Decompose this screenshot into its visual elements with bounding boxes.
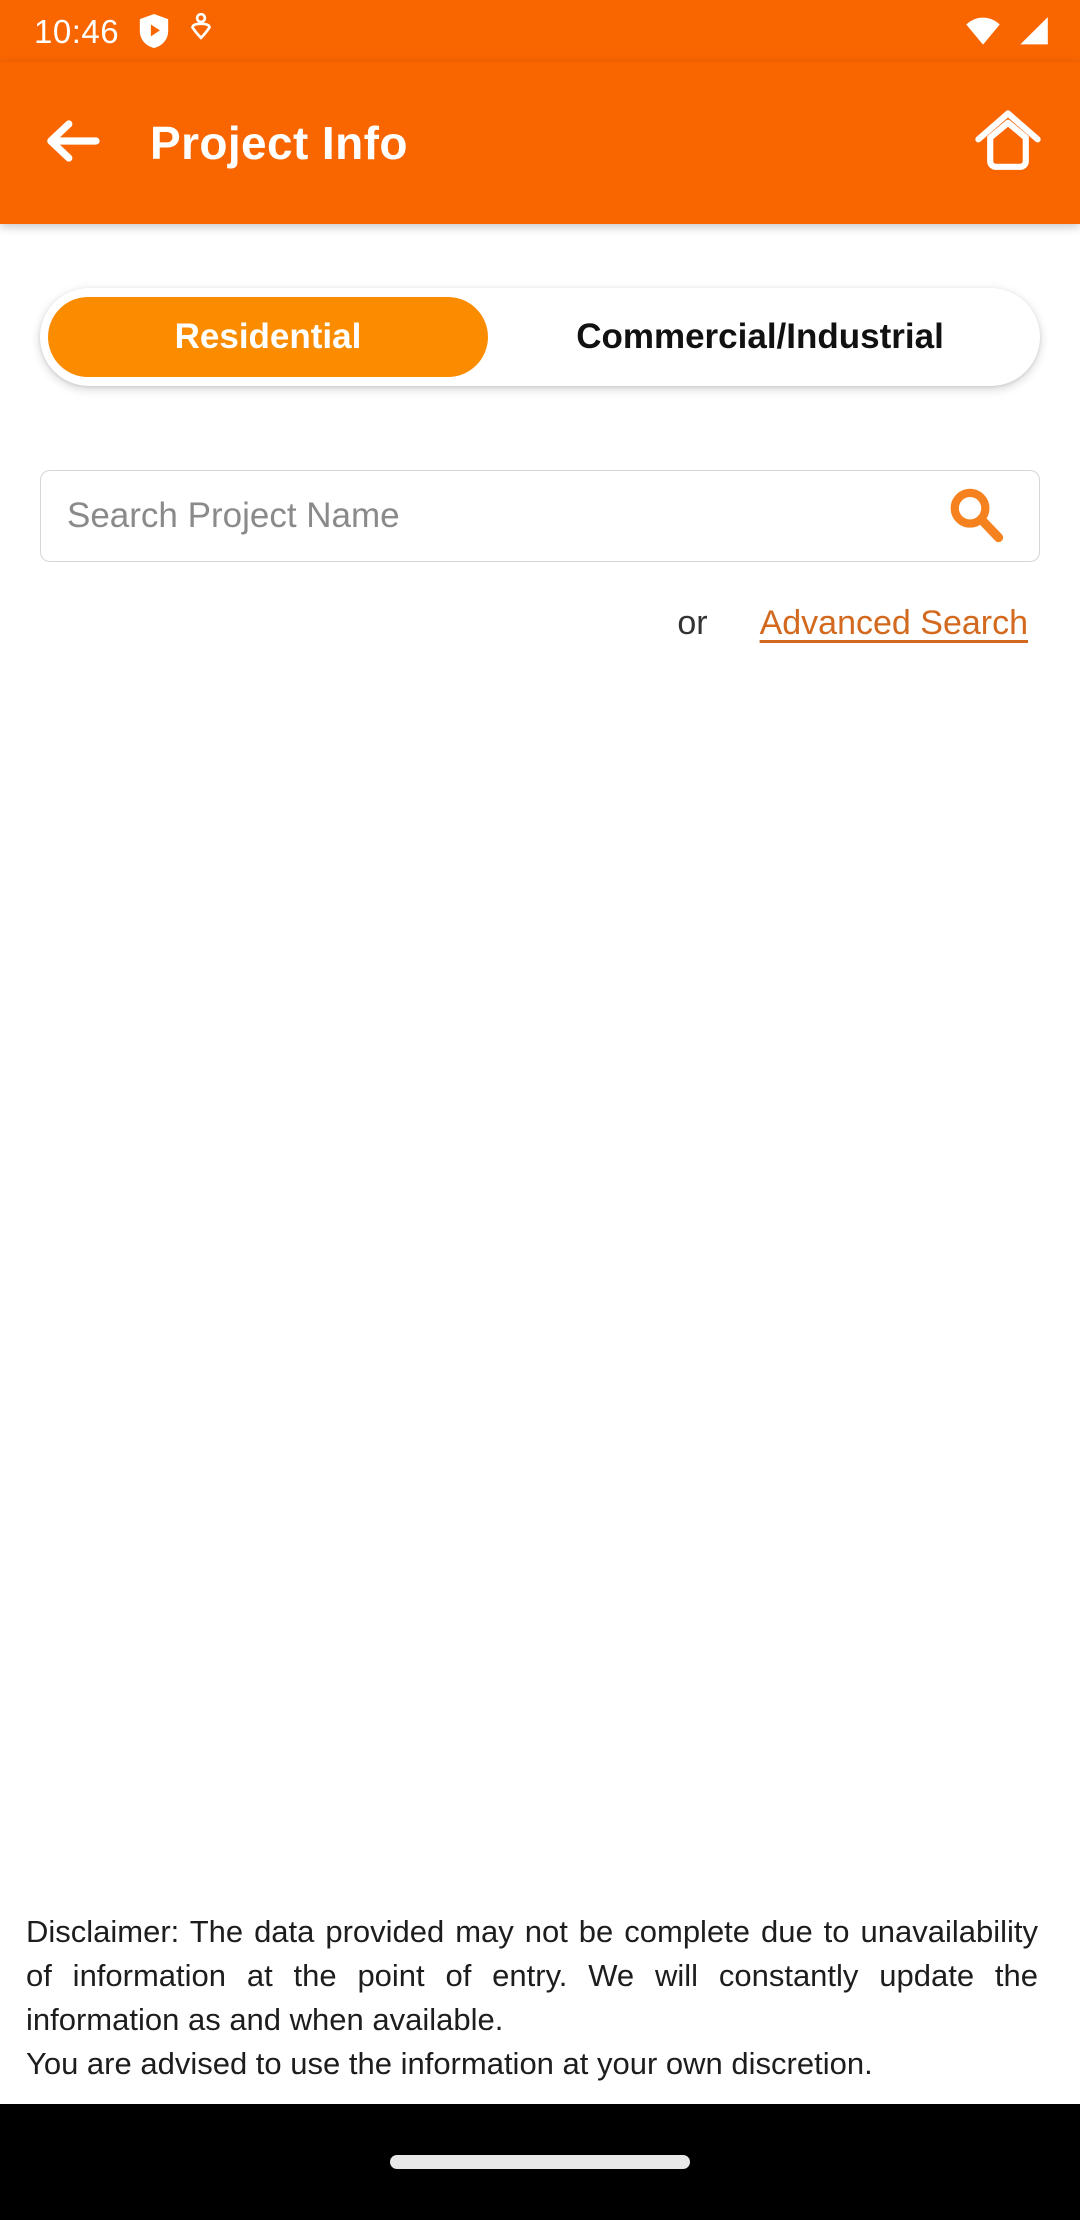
wifi-icon [964, 15, 1002, 47]
search-bar[interactable] [40, 470, 1040, 562]
disclaimer-line-1: Disclaimer: The data provided may not be… [26, 1914, 1038, 2038]
tab-commercial-industrial-label: Commercial/Industrial [576, 317, 944, 356]
disclaimer-line-2: You are advised to use the information a… [26, 2046, 873, 2082]
search-input[interactable] [67, 496, 937, 536]
tab-residential-label: Residential [174, 317, 362, 356]
home-button[interactable] [958, 93, 1058, 193]
system-navigation-bar [0, 2104, 1080, 2220]
page-title: Project Info [150, 117, 408, 169]
search-button[interactable] [937, 478, 1013, 554]
status-bar: 10:46 [0, 0, 1080, 62]
disclaimer: Disclaimer: The data provided may not be… [26, 1910, 1038, 2086]
status-bar-right [964, 15, 1052, 47]
arrow-left-icon [44, 116, 100, 171]
advanced-search-link[interactable]: Advanced Search [760, 604, 1028, 643]
app-bar: Project Info [0, 62, 1080, 224]
tab-residential[interactable]: Residential [48, 297, 488, 377]
status-bar-clock: 10:46 [34, 12, 120, 50]
app-screen: 10:46 Project Info Residential Commercia… [0, 0, 1080, 2220]
search-icon [944, 483, 1006, 550]
accessibility-icon [189, 13, 213, 49]
or-label: or [677, 604, 708, 642]
alt-search-row: or Advanced Search [0, 604, 1080, 643]
project-type-tabs: Residential Commercial/Industrial [40, 288, 1040, 386]
tab-commercial-industrial[interactable]: Commercial/Industrial [488, 297, 1032, 377]
cellular-signal-icon [1016, 15, 1052, 47]
play-protect-shield-icon [137, 12, 171, 50]
home-indicator-pill[interactable] [390, 2155, 690, 2169]
home-icon [972, 105, 1044, 182]
back-button[interactable] [16, 87, 128, 199]
status-bar-left: 10:46 [34, 12, 213, 50]
